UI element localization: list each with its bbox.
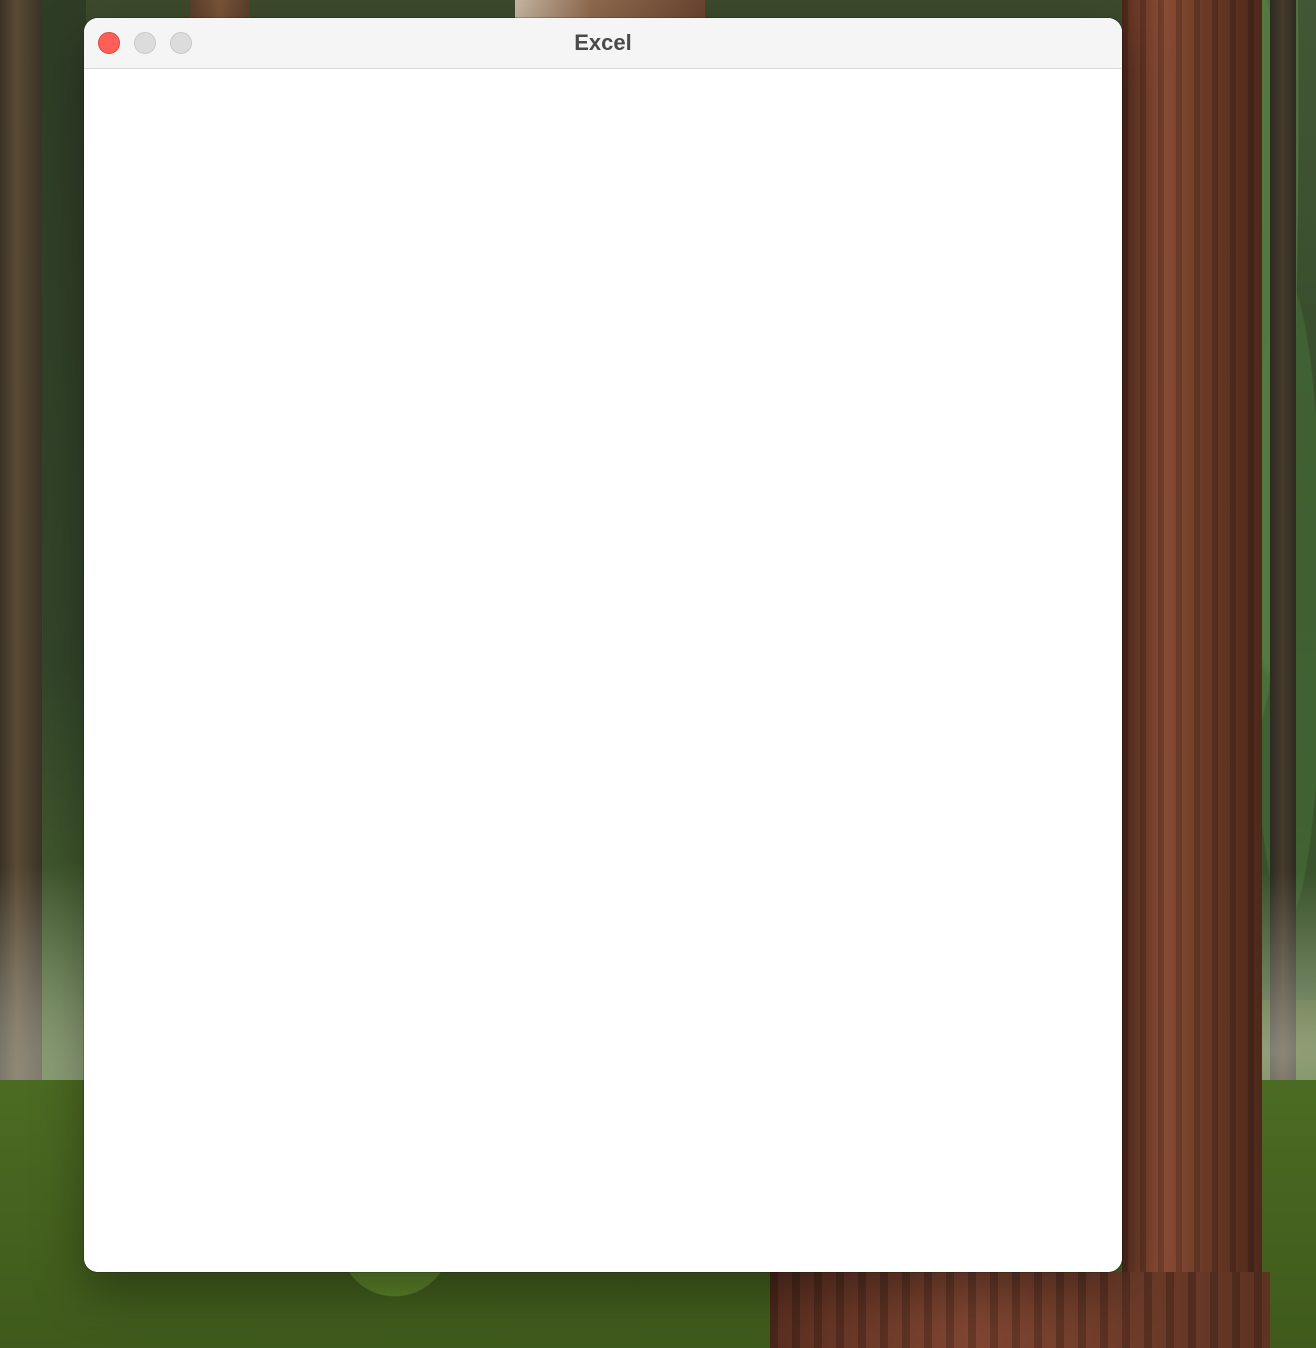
app-window: Excel — [84, 18, 1122, 1272]
window-content — [84, 69, 1122, 1272]
window-title: Excel — [574, 30, 632, 55]
window-titlebar[interactable]: Excel — [84, 18, 1122, 69]
wallpaper-sequoia-base — [770, 1272, 1270, 1348]
wallpaper-sequoia-trunk — [1122, 0, 1262, 1348]
